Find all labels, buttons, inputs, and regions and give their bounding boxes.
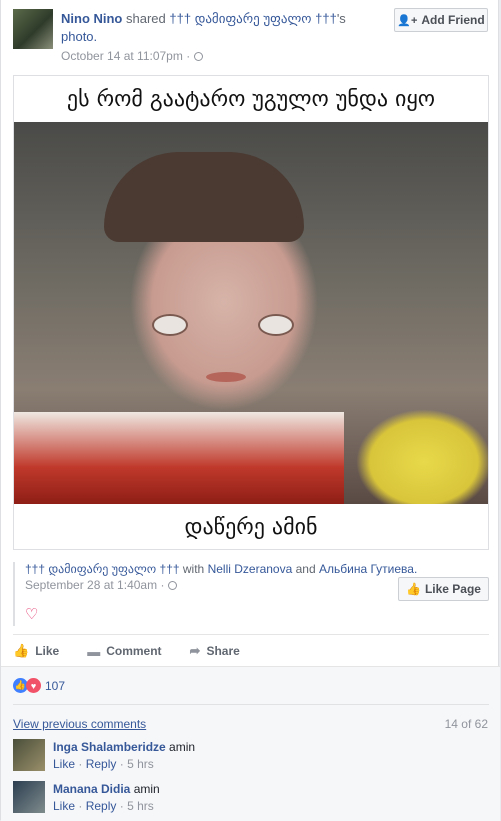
post-date: October 14 at 11:07pm · xyxy=(61,49,204,63)
comment-reply-link[interactable]: Reply xyxy=(86,757,117,771)
add-person-icon: 👤+ xyxy=(397,14,418,27)
shared-meta-line: ††† დამიფარე უფალო ††† with Nelli Dzeran… xyxy=(25,562,417,576)
shared-page-name[interactable]: ††† დამიფარე უფალო ††† xyxy=(169,11,336,26)
commenter-name[interactable]: Inga Shalamberidze xyxy=(53,740,166,754)
photo-bottom-text: დაწერე ამინ xyxy=(184,514,318,540)
photo-shirt xyxy=(14,412,344,504)
comment-body: amin xyxy=(133,782,160,796)
like-action-label: Like xyxy=(35,644,60,658)
comments-count: 14 of 62 xyxy=(444,717,488,731)
like-page-label: Like Page xyxy=(424,582,481,596)
globe-icon xyxy=(168,581,178,590)
comments-area: 👍 ♥ 107 View previous comments 14 of 62 … xyxy=(1,666,500,821)
shared-date-dot: · xyxy=(160,578,165,592)
comment-item: Inga Shalamberidze amin Like · Reply · 5… xyxy=(13,739,489,773)
view-previous-comments-link[interactable]: View previous comments xyxy=(13,717,146,731)
photo-mouth xyxy=(206,372,246,382)
comment-text-line: Inga Shalamberidze amin xyxy=(53,739,195,755)
photo-hair-shape xyxy=(104,152,304,242)
heart-reaction-icon[interactable]: ♡ xyxy=(25,605,38,623)
love-reaction-icon: ♥ xyxy=(26,678,41,693)
photo-image xyxy=(14,122,488,504)
shared-meta-page[interactable]: ††† დამიფარე უფალო ††† xyxy=(25,562,180,576)
comment-time[interactable]: 5 hrs xyxy=(127,757,154,771)
divider xyxy=(13,704,489,705)
commenter-avatar[interactable] xyxy=(13,781,45,813)
comment-bubble-icon: ▬ xyxy=(87,643,101,659)
meta-dot: · xyxy=(78,799,83,813)
author-name[interactable]: Nino Nino xyxy=(61,11,122,26)
post-actions: 👍 Like ▬ Comment ➦ Share xyxy=(13,634,489,667)
reactions-summary[interactable]: 👍 ♥ 107 xyxy=(13,678,65,693)
like-page-button[interactable]: 👍 Like Page xyxy=(398,577,489,601)
photo-top-text: ეს რომ გაატარო უგულო უნდა იყო xyxy=(66,86,436,112)
post-card: Nino Nino shared ††† დამიფარე უფალო †††'… xyxy=(0,0,500,821)
thumbs-up-icon: 👍 xyxy=(13,643,30,658)
like-action-button[interactable]: 👍 Like xyxy=(13,643,59,659)
comment-reply-link[interactable]: Reply xyxy=(86,799,117,813)
comment-meta: Like · Reply · 5 hrs xyxy=(53,799,154,813)
commenter-avatar[interactable] xyxy=(13,739,45,771)
reactions-count: 107 xyxy=(45,678,66,693)
post-header: Nino Nino shared ††† დამიფარე უფალო †††'… xyxy=(61,10,381,46)
share-arrow-icon: ➦ xyxy=(189,643,201,658)
author-avatar[interactable] xyxy=(13,9,53,49)
shared-photo-box: ეს რომ გაატარო უგულო უნდა იყო დაწერე ამი… xyxy=(13,75,489,550)
shared-word: shared xyxy=(126,11,166,26)
shared-object[interactable]: photo. xyxy=(61,29,97,44)
meta-dot: · xyxy=(119,799,124,813)
date-dot: · xyxy=(186,49,191,63)
shared-meta-friend1[interactable]: Nelli Dzeranova xyxy=(208,562,293,576)
comment-action-button[interactable]: ▬ Comment xyxy=(87,644,161,659)
comment-meta: Like · Reply · 5 hrs xyxy=(53,757,154,771)
shared-meta-friend2[interactable]: Альбина Гутиева. xyxy=(319,562,417,576)
commenter-name[interactable]: Manana Didia xyxy=(53,782,130,796)
possessive: 's xyxy=(336,11,346,26)
shared-meta-with: with xyxy=(182,562,205,576)
shared-meta-date-text[interactable]: September 28 at 1:40am xyxy=(25,578,157,592)
globe-icon xyxy=(194,52,204,61)
comment-time[interactable]: 5 hrs xyxy=(127,799,154,813)
meta-dot: · xyxy=(119,757,124,771)
comment-text-line: Manana Didia amin xyxy=(53,781,160,797)
share-action-button[interactable]: ➦ Share xyxy=(190,643,240,659)
photo-eye-left xyxy=(152,314,188,336)
comment-item: Manana Didia amin Like · Reply · 5 hrs xyxy=(13,781,489,815)
comment-action-label: Comment xyxy=(106,644,162,658)
comment-like-link[interactable]: Like xyxy=(53,799,75,813)
thumbs-up-icon: 👍 xyxy=(406,582,421,596)
comment-body: amin xyxy=(169,740,196,754)
photo[interactable]: ეს რომ გაატარო უგულო უნდა იყო დაწერე ამი… xyxy=(14,76,488,549)
shared-meta-and: and xyxy=(295,562,316,576)
post-date-text[interactable]: October 14 at 11:07pm xyxy=(61,49,183,63)
meta-dot: · xyxy=(78,757,83,771)
photo-eye-right xyxy=(258,314,294,336)
share-action-label: Share xyxy=(206,644,240,658)
add-friend-button[interactable]: 👤+ Add Friend xyxy=(394,8,488,32)
comment-like-link[interactable]: Like xyxy=(53,757,75,771)
shared-meta-date: September 28 at 1:40am · xyxy=(25,578,178,592)
add-friend-label: Add Friend xyxy=(421,13,485,27)
